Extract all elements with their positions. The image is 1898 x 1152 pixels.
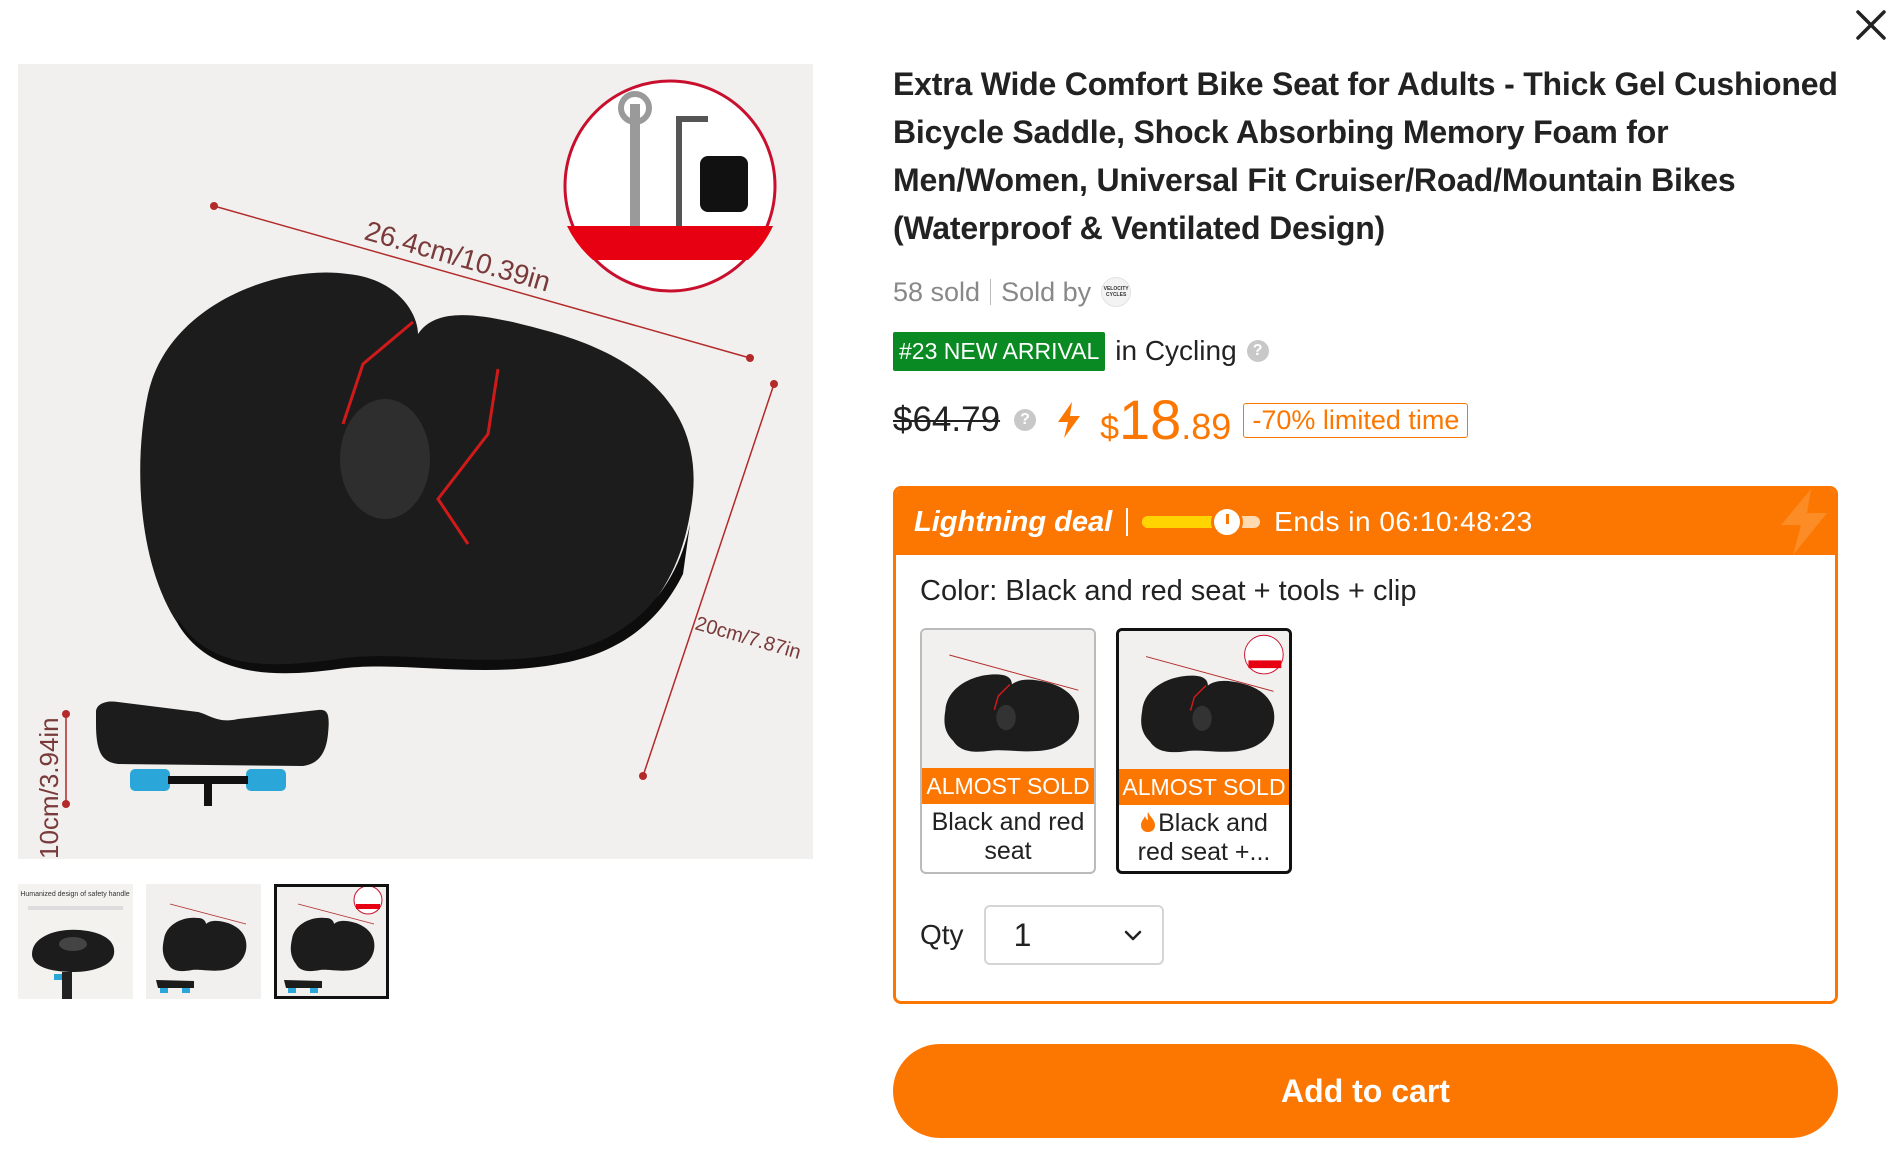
swatch-1-label: Black and red seat: [931, 808, 1085, 865]
thumbnail-1-caption: Humanized design of safety handle: [20, 891, 129, 898]
thumbnail-strip: Humanized design of safety handle: [18, 884, 389, 999]
price-decimal: .89: [1181, 406, 1232, 447]
clock-icon: [1211, 506, 1244, 538]
lightning-watermark-icon: [1781, 489, 1827, 555]
divider: [990, 279, 992, 305]
price-row: $64.79 ? $ 18 .89 -70% limited time: [893, 390, 1838, 450]
sales-row: 58 sold Sold by VELOCITY CYCLES: [893, 274, 1838, 310]
lightning-deal-panel: Lightning deal Ends in 06:10:48:23 Color…: [893, 486, 1838, 1004]
sold-by-label: Sold by: [1001, 276, 1092, 307]
swatch-option-2-selected[interactable]: ALMOST SOLD Black and red seat +...: [1116, 628, 1292, 874]
product-title: Extra Wide Comfort Bike Seat for Adults …: [893, 66, 1838, 246]
swatch-2-label: Black and red seat +...: [1137, 809, 1271, 866]
swatch-1-stock-flag: ALMOST SOLD: [922, 768, 1094, 804]
lightning-icon: [1058, 402, 1081, 438]
original-price: $64.79: [893, 400, 1001, 439]
variant-section: Color: Black and red seat + tools + clip…: [896, 555, 1835, 1001]
bike-seat-illustration: 26.4cm/10.39in 20cm/7.87in 10cm/3.94in: [34, 79, 804, 859]
swatch-2-label-wrap: Black and red seat +...: [1119, 805, 1289, 871]
sold-count: 58 sold: [893, 276, 981, 307]
close-button[interactable]: [1848, 2, 1894, 48]
sale-price: $ 18 .89: [1100, 392, 1231, 448]
deal-divider: [1126, 508, 1129, 536]
rank-row: #23 NEW ARRIVAL in Cycling ?: [893, 330, 1838, 372]
color-label: Color: Black and red seat + tools + clip: [920, 575, 1417, 607]
flame-icon: [1141, 812, 1156, 832]
rank-category[interactable]: in Cycling: [1115, 335, 1236, 367]
rank-badge[interactable]: #23 NEW ARRIVAL: [893, 331, 1106, 371]
swatch-1-image: [922, 630, 1094, 768]
dimension-height-label: 10cm/3.94in: [34, 717, 64, 859]
deal-header: Lightning deal Ends in 06:10:48:23: [896, 489, 1835, 555]
product-info: Extra Wide Comfort Bike Seat for Adults …: [893, 60, 1838, 450]
add-to-cart-button[interactable]: Add to cart: [893, 1044, 1838, 1138]
thumbnail-3-selected[interactable]: [274, 884, 389, 999]
quantity-value: 1: [1013, 916, 1032, 953]
help-icon[interactable]: ?: [1246, 340, 1269, 362]
thumbnail-2[interactable]: [146, 884, 261, 999]
swatch-option-1[interactable]: ALMOST SOLD Black and red seat: [920, 628, 1096, 874]
deal-title: Lightning deal: [914, 505, 1113, 538]
chevron-down-icon: [1124, 930, 1141, 941]
swatch-2-image: [1119, 631, 1289, 769]
price-help-icon[interactable]: ?: [1014, 409, 1037, 431]
price-currency: $: [1100, 409, 1119, 447]
quantity-row: Qty 1: [920, 905, 1164, 965]
thumbnail-1[interactable]: Humanized design of safety handle: [18, 884, 133, 999]
discount-badge: -70% limited time: [1243, 402, 1469, 438]
deal-progress-bar: [1142, 506, 1261, 538]
seller-logo-text: VELOCITY CYCLES: [1103, 286, 1129, 298]
deal-countdown: Ends in 06:10:48:23: [1274, 506, 1533, 537]
swatch-2-stock-flag: ALMOST SOLD: [1119, 769, 1289, 805]
dimension-depth-label: 20cm/7.87in: [693, 613, 804, 664]
quantity-label: Qty: [920, 919, 964, 950]
close-icon: [1856, 10, 1886, 40]
price-integer: 18: [1118, 388, 1182, 451]
main-product-image[interactable]: 26.4cm/10.39in 20cm/7.87in 10cm/3.94in: [18, 64, 813, 859]
seller-logo[interactable]: VELOCITY CYCLES: [1101, 277, 1132, 307]
color-swatches: ALMOST SOLD Black and red seat ALMOST SO…: [920, 628, 1811, 874]
quantity-select[interactable]: 1: [983, 905, 1164, 965]
